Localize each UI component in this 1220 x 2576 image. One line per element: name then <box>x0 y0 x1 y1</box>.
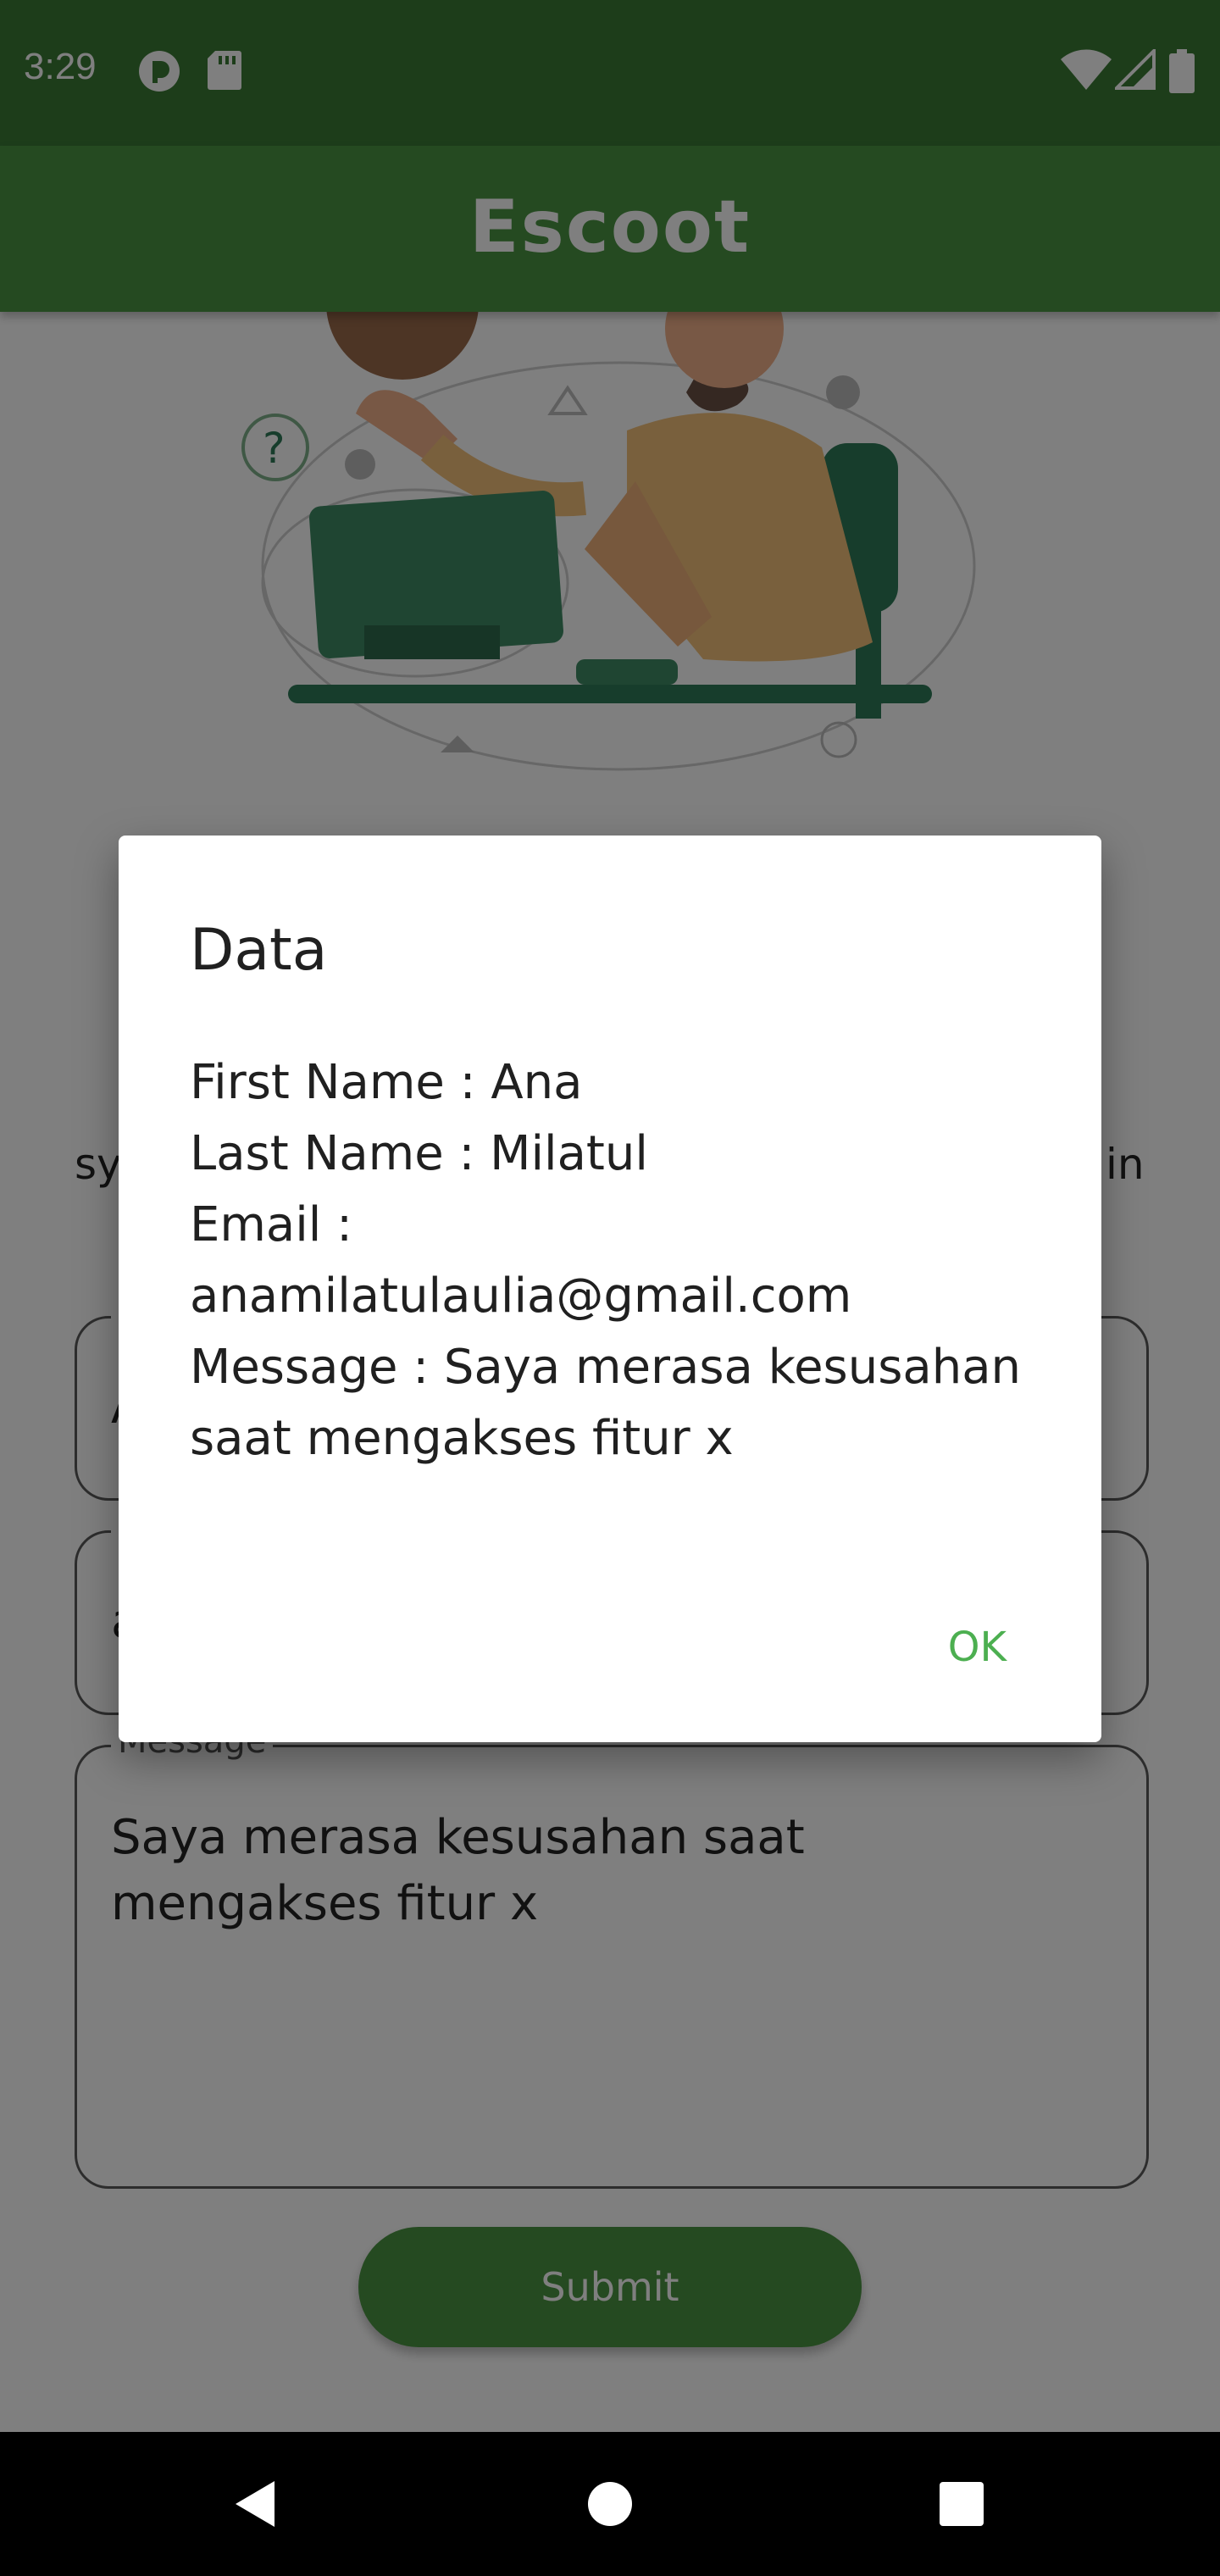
back-icon[interactable] <box>186 2432 322 2576</box>
dialog-first-name: First Name : Ana <box>190 1055 583 1110</box>
ok-button[interactable]: OK <box>938 1615 1017 1679</box>
dialog-email-value: anamilatulaulia@gmail.com <box>190 1269 852 1324</box>
home-icon[interactable] <box>542 2432 678 2576</box>
recents-icon[interactable] <box>894 2432 1029 2576</box>
dialog-email-label: Email : <box>190 1197 353 1252</box>
navigation-bar <box>0 2432 1220 2576</box>
dialog-last-name: Last Name : Milatul <box>190 1126 648 1181</box>
dialog-body: First Name : Ana Last Name : Milatul Ema… <box>190 1047 1054 1474</box>
dialog-title: Data <box>190 917 328 984</box>
app-screen: 3:29 Escoot ? <box>0 0 1220 2576</box>
dialog-message: Message : Saya merasa kesusahan saat men… <box>190 1340 1022 1466</box>
data-dialog: Data First Name : Ana Last Name : Milatu… <box>119 836 1101 1742</box>
